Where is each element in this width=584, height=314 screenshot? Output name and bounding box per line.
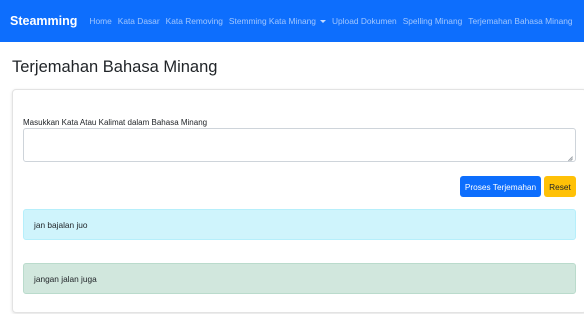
input-text: jan bajalan juo <box>34 219 88 230</box>
nav-item-kata-removing[interactable]: Kata Removing <box>166 16 223 26</box>
nav-item-label: Kata Removing <box>165 16 223 26</box>
translation-result-alert: jangan jalan juga <box>23 263 576 294</box>
navbar-brand[interactable]: Steamming <box>10 14 77 28</box>
page-title: Terjemahan Bahasa Minang <box>12 58 218 76</box>
nav-item-kata-dasar[interactable]: Kata Dasar <box>118 16 160 26</box>
nav-dropdown-stemming[interactable]: Stemming Kata Minang <box>229 16 326 26</box>
nav-item-spelling-minang[interactable]: Spelling Minang <box>403 16 463 26</box>
reset-button[interactable]: Reset <box>544 176 576 197</box>
nav-item-label: Upload Dokumen <box>331 16 397 26</box>
nav-item-terjemahan[interactable]: Terjemahan Bahasa Minang <box>468 16 572 26</box>
nav-item-label: Home <box>89 16 112 26</box>
process-translation-button[interactable]: Proses Terjemahan <box>460 176 541 197</box>
input-label: Masukkan Kata Atau Kalimat dalam Bahasa … <box>23 118 208 127</box>
nav-item-home[interactable]: Home <box>89 16 111 26</box>
input-text-alert: jan bajalan juo <box>23 209 576 240</box>
translation-result: jangan jalan juga <box>34 273 97 284</box>
translation-card: Masukkan Kata Atau Kalimat dalam Bahasa … <box>12 89 584 313</box>
translation-input[interactable] <box>23 128 576 162</box>
nav-item-label: Stemming Kata Minang <box>228 16 316 26</box>
nav-item-label: Terjemahan Bahasa Minang <box>468 16 573 26</box>
nav-item-upload-dokumen[interactable]: Upload Dokumen <box>332 16 397 26</box>
resize-handle-icon[interactable] <box>567 153 573 159</box>
caret-down-icon <box>319 19 326 23</box>
nav-item-label: Spelling Minang <box>402 16 463 26</box>
nav-item-label: Kata Dasar <box>117 16 160 26</box>
navbar: Steamming Home Kata Dasar Kata Removing … <box>0 0 584 42</box>
